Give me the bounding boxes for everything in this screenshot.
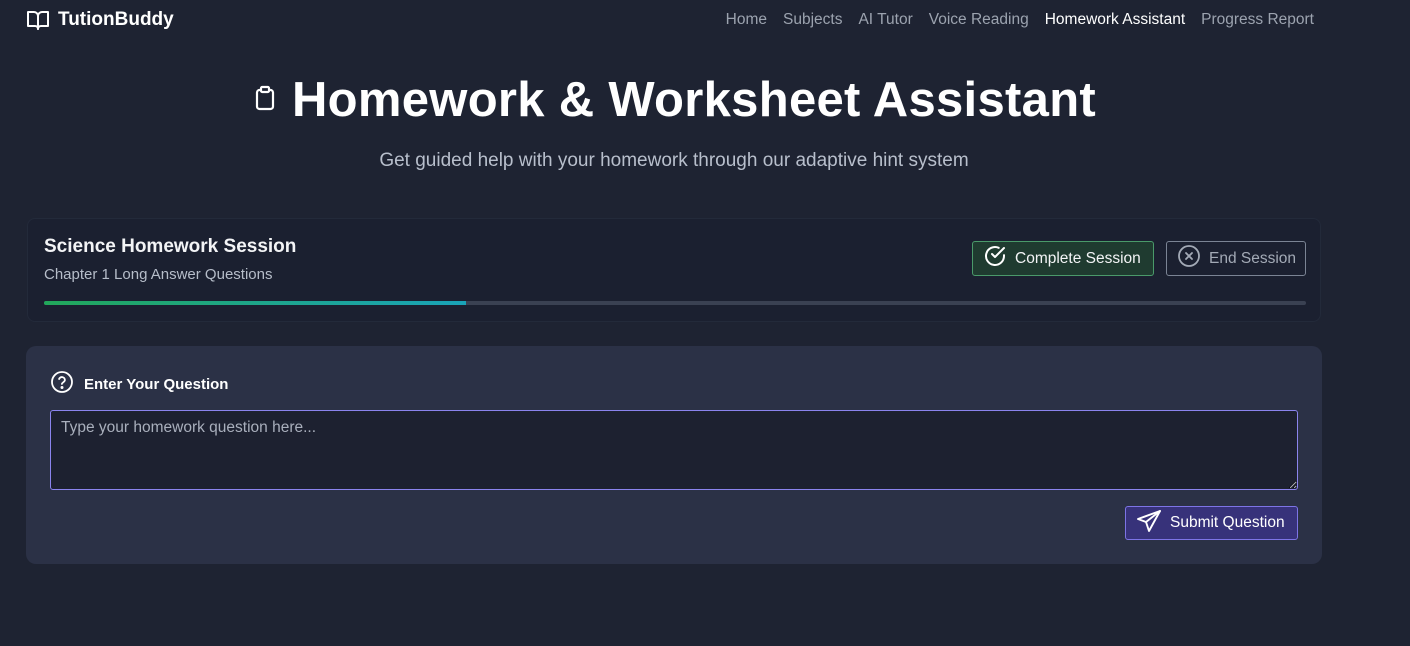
navbar: TutionBuddy Home Subjects AI Tutor Voice… — [0, 0, 1410, 42]
brand-logo[interactable]: TutionBuddy — [26, 9, 174, 31]
nav-link-voice-reading[interactable]: Voice Reading — [929, 11, 1029, 29]
question-circle-icon — [50, 370, 74, 398]
nav-link-home[interactable]: Home — [726, 11, 767, 29]
question-card: Enter Your Question Submit Question — [26, 346, 1322, 564]
submit-question-button[interactable]: Submit Question — [1125, 506, 1298, 540]
x-circle-icon — [1177, 244, 1201, 273]
check-circle-icon — [983, 244, 1007, 273]
session-subtitle: Chapter 1 Long Answer Questions — [44, 266, 273, 283]
page-subtitle: Get guided help with your homework throu… — [379, 150, 969, 171]
session-card: Science Homework Session Chapter 1 Long … — [27, 218, 1321, 322]
clipboard-icon — [254, 85, 276, 116]
nav-link-ai-tutor[interactable]: AI Tutor — [858, 11, 912, 29]
complete-session-label: Complete Session — [1015, 249, 1141, 267]
page-title: Homework & Worksheet Assistant — [291, 73, 1097, 127]
nav-link-homework-assistant[interactable]: Homework Assistant — [1045, 11, 1185, 29]
session-progress-fill — [44, 301, 466, 305]
hero-header: Homework & Worksheet Assistant — [0, 72, 1350, 128]
question-heading: Enter Your Question — [84, 375, 229, 393]
session-title: Science Homework Session — [44, 236, 297, 257]
end-session-label: End Session — [1209, 249, 1297, 267]
nav-link-subjects[interactable]: Subjects — [783, 11, 842, 29]
question-input[interactable] — [50, 410, 1298, 490]
end-session-button[interactable]: End Session — [1166, 241, 1306, 276]
session-progress-bar — [44, 301, 1306, 305]
brand-name: TutionBuddy — [58, 9, 174, 30]
open-book-icon — [26, 9, 50, 31]
nav-links: Home Subjects AI Tutor Voice Reading Hom… — [726, 11, 1314, 29]
question-header: Enter Your Question — [50, 370, 228, 398]
submit-question-label: Submit Question — [1170, 514, 1285, 531]
nav-link-progress-report[interactable]: Progress Report — [1201, 11, 1314, 29]
send-icon — [1136, 509, 1162, 538]
complete-session-button[interactable]: Complete Session — [972, 241, 1154, 276]
